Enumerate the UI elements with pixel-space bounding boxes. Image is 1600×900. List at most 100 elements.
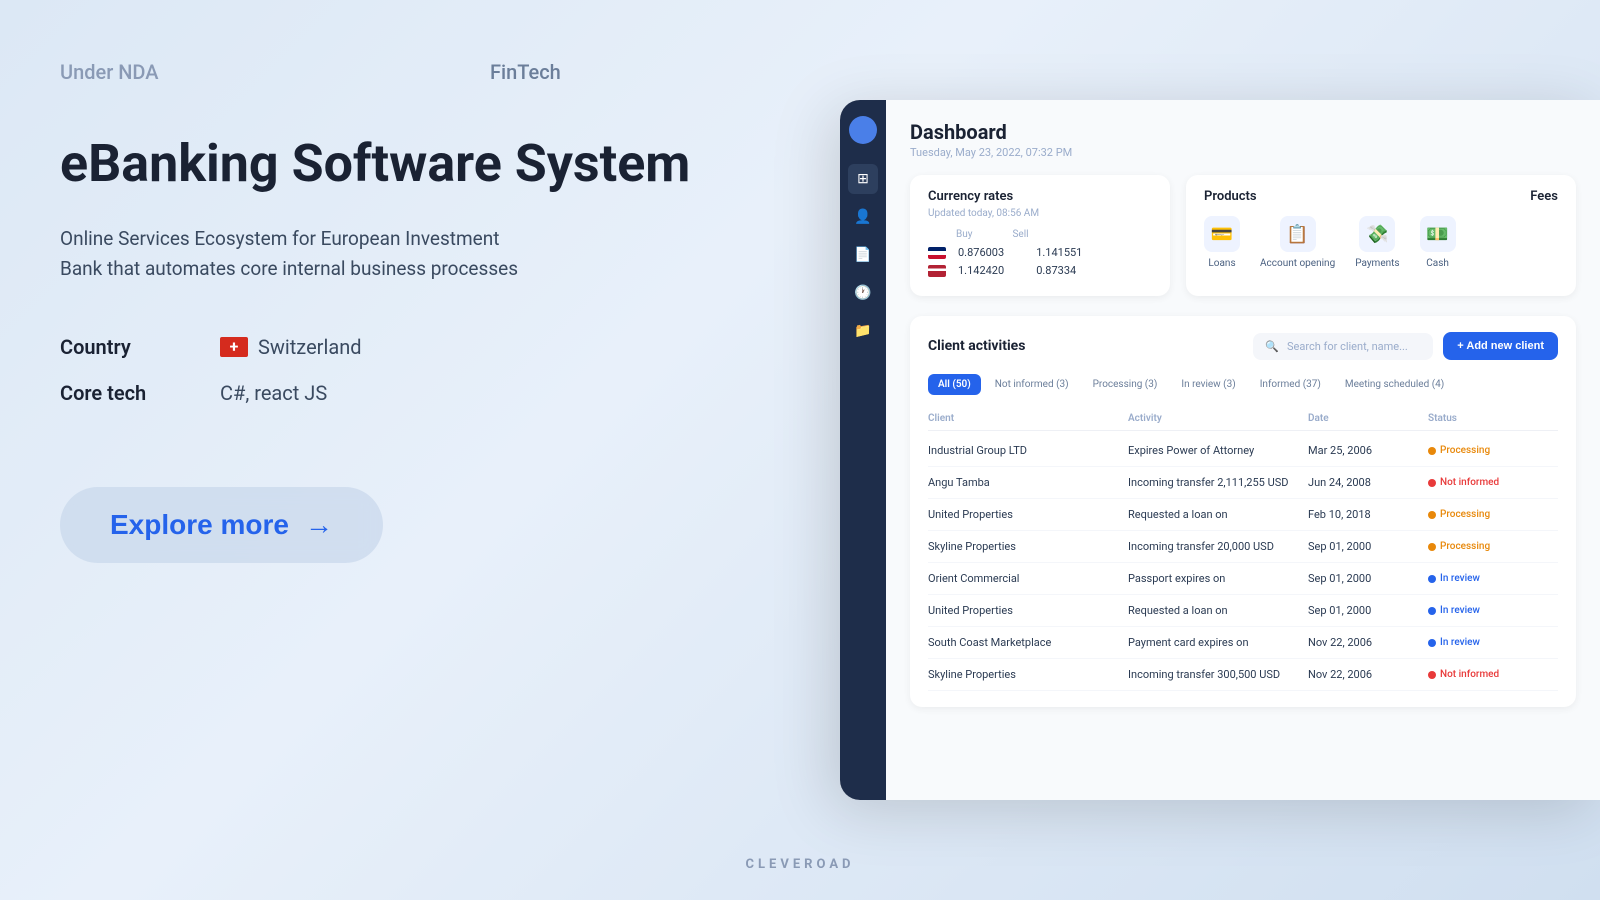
- tech-row: Core tech C#, react JS: [60, 381, 710, 405]
- tab-processing[interactable]: Processing (3): [1083, 374, 1168, 395]
- activity-date: Sep 01, 2000: [1308, 572, 1428, 585]
- client-name: Orient Commercial: [928, 572, 1128, 585]
- dashboard-mockup: ⊞ 👤 📄 🕐 📁 Dashboard Tuesday, May 23, 202…: [840, 100, 1600, 800]
- products-widget: Products 💳 Loans 📋 Account opening: [1186, 175, 1576, 296]
- nda-label: Under NDA: [60, 60, 159, 84]
- sidebar: ⊞ 👤 📄 🕐 📁: [840, 100, 886, 800]
- col-client: Client: [928, 413, 1128, 424]
- tab-informed[interactable]: Informed (37): [1250, 374, 1331, 395]
- status-dot: [1428, 543, 1436, 551]
- product-loans[interactable]: 💳 Loans: [1204, 216, 1240, 269]
- activity-desc: Incoming transfer 20,000 USD: [1128, 540, 1308, 553]
- client-name: United Properties: [928, 604, 1128, 617]
- country-value: Switzerland: [220, 335, 362, 359]
- activity-desc: Incoming transfer 2,111,255 USD: [1128, 476, 1308, 489]
- client-name: Industrial Group LTD: [928, 444, 1128, 457]
- col-activity: Activity: [1128, 413, 1308, 424]
- table-row: Industrial Group LTD Expires Power of At…: [928, 435, 1558, 467]
- currency-header: Buy Sell: [928, 229, 1152, 240]
- loans-icon: 💳: [1204, 216, 1240, 252]
- activity-desc: Passport expires on: [1128, 572, 1308, 585]
- activity-date: Sep 01, 2000: [1308, 604, 1428, 617]
- activity-desc: Incoming transfer 300,500 USD: [1128, 668, 1308, 681]
- client-name: United Properties: [928, 508, 1128, 521]
- add-client-button[interactable]: + Add new client: [1443, 332, 1558, 360]
- cash-icon: 💵: [1420, 216, 1456, 252]
- activity-date: Nov 22, 2006: [1308, 636, 1428, 649]
- products-title: Products: [1204, 189, 1456, 204]
- client-search[interactable]: 🔍 Search for client, name...: [1253, 333, 1433, 360]
- flag-gb-icon: [928, 247, 946, 259]
- table-row: South Coast Marketplace Payment card exp…: [928, 627, 1558, 659]
- tab-not-informed[interactable]: Not informed (3): [985, 374, 1079, 395]
- activity-desc: Expires Power of Attorney: [1128, 444, 1308, 457]
- flag-us-icon: [928, 265, 946, 277]
- sidebar-item-files[interactable]: 📁: [848, 316, 878, 346]
- currency-widget: Currency rates Updated today, 08:56 AM B…: [910, 175, 1170, 296]
- left-panel: Under NDA FinTech eBanking Software Syst…: [60, 60, 710, 563]
- status-dot: [1428, 671, 1436, 679]
- status-dot: [1428, 479, 1436, 487]
- activity-date: Sep 01, 2000: [1308, 540, 1428, 553]
- sidebar-item-dashboard[interactable]: ⊞: [848, 164, 878, 194]
- status-badge: Not informed: [1428, 669, 1558, 680]
- activities-header: Client activities 🔍 Search for client, n…: [928, 332, 1558, 360]
- status-badge: Processing: [1428, 541, 1558, 552]
- tabs-row: All (50) Not informed (3) Processing (3)…: [928, 374, 1558, 395]
- activity-desc: Requested a loan on: [1128, 508, 1308, 521]
- activities-section: Client activities 🔍 Search for client, n…: [910, 316, 1576, 707]
- sidebar-item-users[interactable]: 👤: [848, 202, 878, 232]
- currency-row-usd: 1.142420 0.87334: [928, 264, 1152, 277]
- table-header: Client Activity Date Status: [928, 407, 1558, 431]
- subtitle: Online Services Ecosystem for European I…: [60, 224, 710, 285]
- table-row: United Properties Requested a loan on Se…: [928, 595, 1558, 627]
- table-row: Skyline Properties Incoming transfer 300…: [928, 659, 1558, 691]
- search-placeholder: Search for client, name...: [1287, 340, 1408, 353]
- usd-buy: 1.142420: [958, 264, 1004, 277]
- activity-desc: Requested a loan on: [1128, 604, 1308, 617]
- status-dot: [1428, 447, 1436, 455]
- products-grid: 💳 Loans 📋 Account opening 💸 Payments: [1204, 216, 1456, 269]
- payments-label: Payments: [1355, 258, 1399, 269]
- status-dot: [1428, 511, 1436, 519]
- gbp-buy: 0.876003: [958, 246, 1004, 259]
- currency-updated: Updated today, 08:56 AM: [928, 208, 1152, 219]
- footer-brand: CLEVEROAD: [746, 857, 855, 872]
- meta-section: Country Switzerland Core tech C#, react …: [60, 335, 710, 405]
- currency-row-gbp: 0.876003 1.141551: [928, 246, 1152, 259]
- status-badge: In review: [1428, 605, 1558, 616]
- tab-all[interactable]: All (50): [928, 374, 981, 395]
- client-name: Angu Tamba: [928, 476, 1128, 489]
- activity-desc: Payment card expires on: [1128, 636, 1308, 649]
- table-row: Orient Commercial Passport expires on Se…: [928, 563, 1558, 595]
- dashboard-header: Dashboard Tuesday, May 23, 2022, 07:32 P…: [910, 120, 1576, 159]
- fintech-label: FinTech: [490, 60, 561, 84]
- flag-switzerland-icon: [220, 337, 248, 357]
- activity-date: Mar 25, 2006: [1308, 444, 1428, 457]
- sidebar-item-clock[interactable]: 🕐: [848, 278, 878, 308]
- tab-in-review[interactable]: In review (3): [1171, 374, 1245, 395]
- gbp-sell: 1.141551: [1036, 246, 1082, 259]
- product-payments[interactable]: 💸 Payments: [1355, 216, 1399, 269]
- sidebar-item-docs[interactable]: 📄: [848, 240, 878, 270]
- activity-date: Jun 24, 2008: [1308, 476, 1428, 489]
- table-row: Skyline Properties Incoming transfer 20,…: [928, 531, 1558, 563]
- col-status: Status: [1428, 413, 1558, 424]
- explore-more-button[interactable]: Explore more →: [60, 487, 383, 563]
- account-opening-icon: 📋: [1280, 216, 1316, 252]
- status-badge: Processing: [1428, 509, 1558, 520]
- status-badge: In review: [1428, 573, 1558, 584]
- country-row: Country Switzerland: [60, 335, 710, 359]
- tab-meeting-scheduled[interactable]: Meeting scheduled (4): [1335, 374, 1454, 395]
- product-account-opening[interactable]: 📋 Account opening: [1260, 216, 1335, 269]
- status-badge: Processing: [1428, 445, 1558, 456]
- product-cash[interactable]: 💵 Cash: [1420, 216, 1456, 269]
- status-dot: [1428, 575, 1436, 583]
- client-name: Skyline Properties: [928, 540, 1128, 553]
- activity-date: Nov 22, 2006: [1308, 668, 1428, 681]
- sidebar-logo: [849, 116, 877, 144]
- tech-label: Core tech: [60, 381, 220, 405]
- payments-icon: 💸: [1359, 216, 1395, 252]
- country-label: Country: [60, 335, 220, 359]
- status-dot: [1428, 607, 1436, 615]
